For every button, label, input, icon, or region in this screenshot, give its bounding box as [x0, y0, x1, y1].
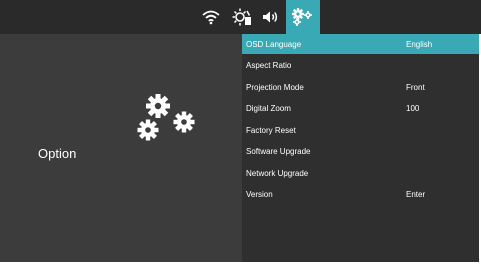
menu-item-label: Projection Mode [246, 83, 304, 92]
option-menu: OSD Language English Aspect Ratio Projec… [242, 34, 479, 262]
menu-item-label: Digital Zoom [246, 104, 291, 113]
volume-icon[interactable] [258, 0, 284, 34]
category-title: Option [38, 146, 77, 161]
menu-item-label: Factory Reset [246, 126, 296, 135]
menu-item-value: Enter [406, 190, 426, 199]
menu-item-label: Network Upgrade [246, 169, 309, 178]
menu-item-software-upgrade[interactable]: Software Upgrade [242, 141, 479, 161]
menu-item-value: English [406, 40, 433, 49]
menu-item-version[interactable]: Version Enter [242, 184, 479, 204]
menu-item-digital-zoom[interactable]: Digital Zoom 100 [242, 98, 479, 118]
menu-item-value: 100 [406, 104, 420, 113]
menu-item-label: Software Upgrade [246, 147, 311, 156]
menu-item-osd-language[interactable]: OSD Language English [242, 34, 479, 54]
category-panel: Option [0, 34, 242, 262]
menu-item-label: Version [246, 190, 273, 199]
wifi-icon[interactable] [198, 0, 224, 34]
menu-item-factory-reset[interactable]: Factory Reset [242, 120, 479, 140]
menu-item-label: Aspect Ratio [246, 61, 292, 70]
top-tab-bar [0, 0, 481, 34]
option-gears-icon[interactable] [286, 0, 320, 34]
gears-icon [134, 94, 198, 142]
menu-item-network-upgrade[interactable]: Network Upgrade [242, 163, 479, 183]
menu-item-aspect-ratio[interactable]: Aspect Ratio [242, 55, 479, 75]
image-settings-icon[interactable] [228, 0, 256, 34]
menu-item-label: OSD Language [246, 40, 302, 49]
menu-item-value: Front [406, 83, 425, 92]
menu-item-projection-mode[interactable]: Projection Mode Front [242, 77, 479, 97]
